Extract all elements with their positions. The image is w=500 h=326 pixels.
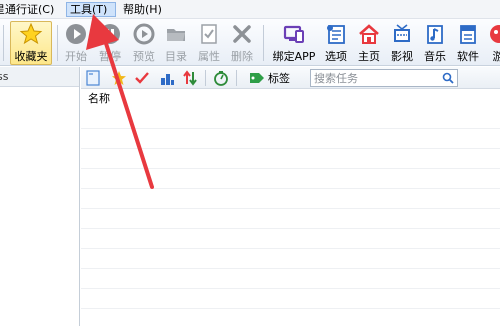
subtoolbar-separator	[236, 70, 237, 86]
tag-button[interactable]: 标签	[249, 70, 290, 86]
menu-passport[interactable]: 星通行证(C)	[0, 2, 57, 17]
pause-button[interactable]: 暂停	[94, 22, 126, 64]
sort-icon[interactable]	[182, 70, 198, 86]
table-row[interactable]	[81, 229, 500, 249]
preview-label: 预览	[133, 50, 155, 63]
music-icon	[427, 25, 443, 44]
table-row[interactable]	[81, 309, 500, 326]
software-label: 软件	[457, 50, 479, 63]
home-button[interactable]: 主页	[355, 22, 383, 64]
video-button[interactable]: 影视	[388, 22, 416, 64]
pause-icon	[100, 24, 120, 44]
menu-bar: 星通行证(C) 工具(T) 帮助(H)	[0, 0, 500, 19]
table-row[interactable]	[81, 249, 500, 269]
menu-tools[interactable]: 工具(T)	[66, 2, 116, 17]
software-button[interactable]: 软件	[454, 22, 482, 64]
folder-label: 目录	[165, 50, 187, 63]
task-toolbar: 标签	[81, 67, 500, 89]
properties-label: 属性	[198, 50, 220, 63]
task-panel: 标签 名称	[81, 67, 500, 326]
new-task-icon[interactable]	[85, 70, 101, 86]
star-icon	[19, 22, 43, 45]
column-header-name[interactable]: 名称	[81, 89, 500, 109]
subtoolbar-separator	[205, 70, 206, 86]
table-row[interactable]	[81, 209, 500, 229]
table-row[interactable]	[81, 269, 500, 289]
properties-icon	[201, 24, 217, 44]
play-icon	[66, 24, 86, 44]
preview-button[interactable]: 预览	[128, 22, 160, 64]
pause-label: 暂停	[99, 50, 121, 63]
task-search-input[interactable]	[311, 70, 435, 86]
delete-button[interactable]: 删除	[226, 22, 258, 64]
home-icon	[359, 24, 379, 44]
category-header: ss	[0, 67, 79, 87]
start-label: 开始	[65, 50, 87, 63]
tag-label: 标签	[268, 72, 290, 85]
favorites-button[interactable]: 收藏夹	[10, 21, 52, 65]
music-label: 音乐	[424, 50, 446, 63]
options-label: 选项	[325, 50, 347, 63]
table-row[interactable]	[81, 129, 500, 149]
table-row[interactable]	[81, 189, 500, 209]
favorites-label: 收藏夹	[14, 50, 48, 63]
video-icon	[394, 24, 410, 42]
table-row[interactable]	[81, 289, 500, 309]
bind-app-label: 绑定APP	[272, 50, 316, 63]
preview-icon	[133, 23, 155, 45]
music-button[interactable]: 音乐	[421, 22, 449, 64]
folder-icon	[167, 29, 185, 41]
device-icon	[283, 25, 304, 43]
table-row[interactable]	[81, 109, 500, 129]
table-row[interactable]	[81, 149, 500, 169]
bind-app-button[interactable]: 绑定APP	[268, 22, 320, 64]
search-icon[interactable]	[442, 72, 454, 84]
properties-button[interactable]: 属性	[193, 22, 225, 64]
task-search-box[interactable]	[310, 69, 458, 87]
toolbar-separator	[57, 25, 58, 61]
folder-button[interactable]: 目录	[160, 22, 192, 64]
software-icon	[460, 25, 476, 44]
speed-icon[interactable]	[213, 70, 229, 86]
games-button[interactable]: 游	[487, 22, 500, 64]
video-label: 影视	[391, 50, 413, 63]
options-icon	[327, 25, 345, 44]
main-toolbar: 收藏夹 开始 暂停 预览 目录 属性 删除 绑定APP 选项 主页 影视 音乐 …	[0, 19, 500, 66]
category-panel: ss	[0, 67, 80, 326]
start-button[interactable]: 开始	[60, 22, 92, 64]
delete-icon	[233, 25, 251, 43]
toolbar-separator	[3, 25, 4, 61]
table-row[interactable]	[81, 169, 500, 189]
home-label: 主页	[358, 50, 380, 63]
menu-help[interactable]: 帮助(H)	[120, 2, 165, 17]
toolbar-separator	[263, 25, 264, 61]
games-icon	[490, 25, 500, 43]
options-button[interactable]: 选项	[322, 22, 350, 64]
games-label: 游	[492, 50, 500, 63]
tag-icon	[250, 73, 264, 83]
chart-icon[interactable]	[159, 70, 175, 86]
check-icon[interactable]	[134, 70, 150, 86]
task-list	[81, 109, 500, 326]
delete-label: 删除	[231, 50, 253, 63]
star-filter-icon[interactable]	[111, 70, 127, 86]
